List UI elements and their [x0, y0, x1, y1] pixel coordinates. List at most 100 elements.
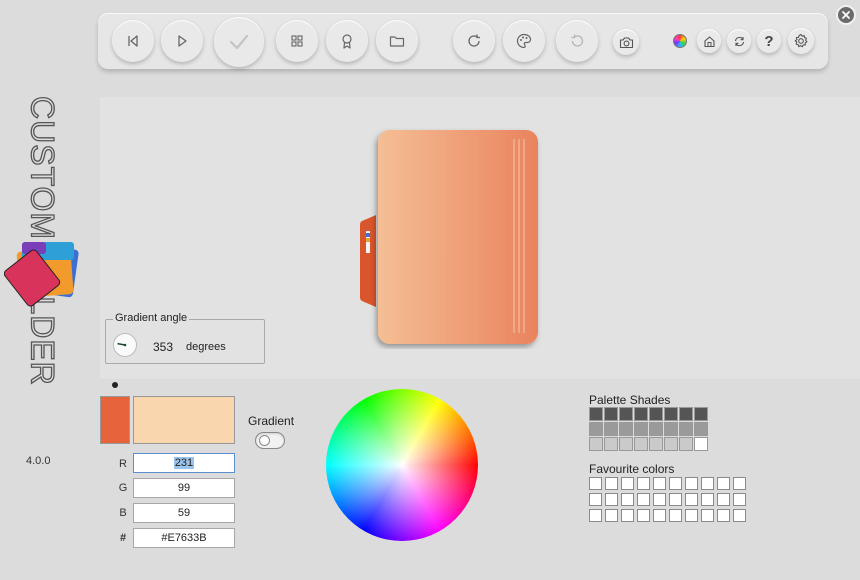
favourite-color-cell[interactable]	[685, 493, 698, 506]
palette-shade-cell[interactable]	[619, 407, 633, 421]
gradient-angle-unit: degrees	[186, 341, 226, 353]
palette-shade-cell[interactable]	[664, 437, 678, 451]
favourite-color-cell[interactable]	[685, 509, 698, 522]
color-wheel-picker[interactable]	[326, 389, 478, 541]
palette-shade-cell[interactable]	[604, 422, 618, 436]
palette-shade-cell[interactable]	[604, 437, 618, 451]
refresh-button[interactable]	[453, 20, 495, 62]
favourite-color-cell[interactable]	[605, 493, 618, 506]
toolbar: ?	[98, 13, 828, 69]
favourite-color-cell[interactable]	[733, 477, 746, 490]
favourite-color-cell[interactable]	[637, 477, 650, 490]
favourite-color-cell[interactable]	[717, 477, 730, 490]
favourite-color-cell[interactable]	[653, 477, 666, 490]
palette-shade-cell[interactable]	[634, 407, 648, 421]
favourite-color-cell[interactable]	[701, 509, 714, 522]
palette-shade-cell[interactable]	[619, 437, 633, 451]
selected-swatch-indicator	[112, 382, 118, 388]
green-input[interactable]: 99	[133, 478, 235, 498]
favourite-color-cell[interactable]	[637, 509, 650, 522]
favourite-color-cell[interactable]	[605, 477, 618, 490]
palette-shade-cell[interactable]	[664, 407, 678, 421]
palette-shade-cell[interactable]	[679, 437, 693, 451]
palette-shade-cell[interactable]	[589, 407, 603, 421]
favourite-color-cell[interactable]	[669, 509, 682, 522]
palette-shade-cell[interactable]	[634, 422, 648, 436]
favourite-color-cell[interactable]	[717, 509, 730, 522]
close-button[interactable]	[836, 5, 856, 25]
favourite-color-cell[interactable]	[701, 493, 714, 506]
favourite-color-cell[interactable]	[701, 477, 714, 490]
color-mode-button[interactable]	[668, 29, 692, 53]
folder-preview-icon	[360, 130, 538, 344]
palette-shade-cell[interactable]	[679, 407, 693, 421]
palette-shade-cell[interactable]	[619, 422, 633, 436]
palette-shade-cell[interactable]	[664, 422, 678, 436]
hex-input[interactable]: #E7633B	[133, 528, 235, 548]
gradient-angle-group: Gradient angle 353 degrees	[105, 312, 265, 364]
skip-previous-icon	[128, 35, 138, 47]
favourite-color-cell[interactable]	[685, 477, 698, 490]
favourite-color-cell[interactable]	[605, 509, 618, 522]
apply-button[interactable]	[214, 17, 264, 67]
palette-shade-cell[interactable]	[679, 422, 693, 436]
favourite-color-cell[interactable]	[653, 493, 666, 506]
palette-shades-grid	[589, 407, 708, 451]
screenshot-button[interactable]	[613, 29, 639, 55]
settings-button[interactable]	[788, 28, 814, 54]
favourite-color-cell[interactable]	[589, 477, 602, 490]
play-button[interactable]	[161, 20, 203, 62]
gradient-angle-value: 353	[153, 340, 174, 354]
home-button[interactable]	[697, 29, 721, 53]
favourite-color-cell[interactable]	[589, 493, 602, 506]
favourite-color-cell[interactable]	[589, 509, 602, 522]
blue-input[interactable]: 59	[133, 503, 235, 523]
play-icon	[178, 35, 187, 47]
palette-shade-cell[interactable]	[694, 437, 708, 451]
grid-button[interactable]	[276, 20, 318, 62]
favourite-color-cell[interactable]	[621, 493, 634, 506]
favourite-color-cell[interactable]	[653, 509, 666, 522]
palette-shade-cell[interactable]	[649, 407, 663, 421]
undo-icon	[571, 34, 584, 47]
palette-shade-cell[interactable]	[634, 437, 648, 451]
favourite-color-cell[interactable]	[669, 493, 682, 506]
palette-shade-cell[interactable]	[589, 422, 603, 436]
palette-shade-cell[interactable]	[649, 437, 663, 451]
favourite-colors-grid	[589, 477, 746, 522]
gradient-toggle[interactable]	[255, 432, 285, 449]
favourite-color-cell[interactable]	[733, 493, 746, 506]
palette-shade-cell[interactable]	[649, 422, 663, 436]
refresh-icon	[468, 34, 480, 47]
app-logo-icon	[4, 242, 79, 307]
color-wheel-icon	[673, 34, 687, 48]
favourite-color-cell[interactable]	[717, 493, 730, 506]
blue-label: B	[119, 507, 127, 519]
award-button[interactable]	[326, 20, 368, 62]
previous-button[interactable]	[112, 20, 154, 62]
secondary-color-swatch[interactable]	[133, 396, 235, 444]
red-input[interactable]: 231	[133, 453, 235, 473]
home-icon	[703, 35, 715, 47]
primary-color-swatch[interactable]	[100, 396, 130, 444]
badge-icon	[342, 34, 352, 49]
favourite-color-cell[interactable]	[621, 477, 634, 490]
gradient-angle-dial[interactable]	[113, 333, 137, 357]
palette-shade-cell[interactable]	[604, 407, 618, 421]
favourite-color-cell[interactable]	[733, 509, 746, 522]
gradient-toggle-label: Gradient	[248, 414, 295, 428]
folder-preview	[358, 127, 542, 349]
favourite-color-cell[interactable]	[637, 493, 650, 506]
favourite-color-cell[interactable]	[669, 477, 682, 490]
palette-shade-cell[interactable]	[694, 422, 708, 436]
palette-shade-cell[interactable]	[694, 407, 708, 421]
palette-button[interactable]	[503, 20, 545, 62]
palette-shade-cell[interactable]	[589, 437, 603, 451]
gear-icon	[794, 33, 808, 48]
favourite-color-cell[interactable]	[621, 509, 634, 522]
help-button[interactable]: ?	[757, 29, 781, 53]
undo-button[interactable]	[556, 20, 598, 62]
folder-button[interactable]	[376, 20, 418, 62]
sync-button[interactable]	[727, 29, 751, 53]
palette-icon	[516, 33, 532, 49]
